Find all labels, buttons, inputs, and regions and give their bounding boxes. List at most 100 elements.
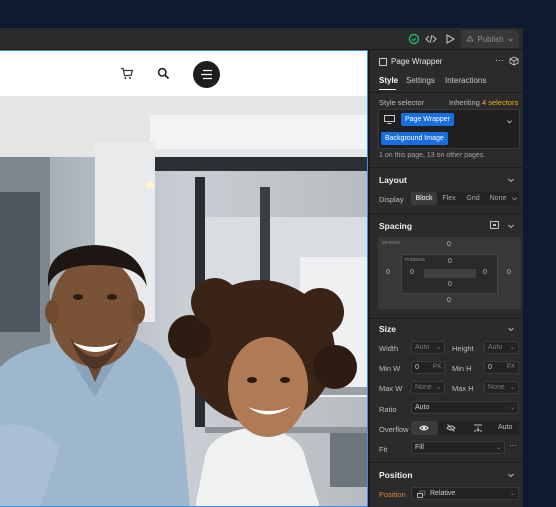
style-panel: Page Wrapper ··· Style Settings Interact…: [369, 50, 524, 507]
max-width-value: None: [415, 384, 432, 391]
scroll-icon[interactable]: [473, 424, 483, 432]
menu-button[interactable]: [193, 61, 220, 88]
publish-button[interactable]: Publish: [461, 30, 519, 48]
ratio-label: Ratio: [379, 405, 397, 414]
more-options-icon[interactable]: ···: [509, 441, 517, 450]
chevron-down-icon: ⌄: [509, 491, 515, 497]
width-value: Auto: [415, 344, 430, 351]
margin-bottom-value[interactable]: 0: [444, 297, 454, 304]
menu-icon: [201, 69, 212, 80]
display-option-grid[interactable]: Grid: [461, 192, 485, 205]
eye-icon: [419, 425, 429, 431]
eye-off-icon[interactable]: [446, 424, 456, 432]
max-width-label: Max W: [379, 384, 403, 393]
margin-top-value[interactable]: 0: [444, 241, 454, 248]
divider: [370, 213, 524, 214]
display-option-block[interactable]: Block: [411, 192, 437, 205]
chevron-down-icon[interactable]: [507, 176, 515, 184]
unit-dropdown-icon: ⌄: [435, 385, 441, 391]
content-box: [424, 269, 476, 278]
selector-field[interactable]: Page Wrapper Background Image: [378, 109, 520, 149]
spacing-section-title[interactable]: Spacing: [379, 221, 412, 231]
selector-tag-page-wrapper[interactable]: Page Wrapper: [401, 113, 455, 126]
overflow-visible-option[interactable]: [411, 421, 438, 435]
overflow-label: Overflow: [379, 425, 409, 434]
divider: [370, 318, 524, 319]
design-canvas[interactable]: [0, 50, 368, 507]
margin-box: MARGIN 0 0 0 0 PADDING 0 0 0 0: [378, 237, 521, 309]
chevron-down-icon[interactable]: [507, 222, 515, 230]
chevron-down-icon: ⌄: [509, 405, 515, 411]
position-value: Relative: [430, 490, 456, 497]
min-height-label: Min H: [452, 364, 472, 373]
size-section-title[interactable]: Size: [379, 324, 396, 334]
chevron-down-icon[interactable]: [506, 118, 513, 125]
search-icon[interactable]: [157, 67, 170, 80]
margin-left-value[interactable]: 0: [383, 269, 393, 276]
min-width-unit[interactable]: PX: [433, 364, 441, 370]
height-input[interactable]: Auto ⌄: [484, 341, 519, 354]
overflow-auto-option[interactable]: Auto: [498, 424, 512, 431]
display-segmented-control: Block Flex Grid None: [411, 192, 519, 205]
usage-note: 1 on this page, 13 on other pages.: [379, 152, 486, 159]
element-title: Page Wrapper: [391, 57, 443, 66]
layout-section-title[interactable]: Layout: [379, 175, 407, 185]
min-height-unit[interactable]: PX: [507, 364, 515, 370]
sync-status-icon[interactable]: [406, 31, 422, 47]
max-height-value: None: [488, 384, 505, 391]
chevron-down-icon[interactable]: [511, 195, 518, 202]
padding-top-value[interactable]: 0: [445, 258, 455, 265]
cube-icon[interactable]: [509, 56, 519, 66]
code-icon[interactable]: [423, 31, 439, 47]
padding-bottom-value[interactable]: 0: [445, 281, 455, 288]
max-height-label: Max H: [452, 384, 474, 393]
designer-top-bar: Publish: [0, 28, 523, 50]
height-label: Height: [452, 344, 474, 353]
desktop-icon: [384, 115, 395, 124]
display-option-flex[interactable]: Flex: [438, 192, 460, 205]
min-width-input[interactable]: 0 PX: [411, 361, 445, 374]
hero-photo: [0, 97, 367, 506]
padding-left-value[interactable]: 0: [407, 269, 417, 276]
margin-right-value[interactable]: 0: [504, 269, 514, 276]
padding-right-value[interactable]: 0: [480, 269, 490, 276]
preview-play-icon[interactable]: [442, 31, 458, 47]
site-header: [0, 51, 367, 97]
min-width-label: Min W: [379, 364, 401, 373]
margin-label: MARGIN: [382, 240, 400, 245]
padding-box: PADDING 0 0 0 0: [401, 254, 498, 294]
chevron-down-icon: ⌄: [495, 445, 501, 451]
width-input[interactable]: Auto ⌄: [411, 341, 445, 354]
position-section-title[interactable]: Position: [379, 470, 413, 480]
publish-icon: [466, 35, 475, 42]
unit-dropdown-icon: ⌄: [509, 345, 515, 351]
fit-label: Fit: [379, 445, 388, 454]
cart-icon[interactable]: [120, 67, 134, 80]
width-label: Width: [379, 344, 399, 353]
element-box-icon: [379, 58, 387, 66]
inheriting-count[interactable]: 4 selectors: [482, 98, 518, 107]
position-label: Position: [379, 490, 406, 499]
max-width-input[interactable]: None ⌄: [411, 381, 445, 394]
display-label: Display: [379, 195, 404, 204]
chevron-down-icon[interactable]: [507, 325, 515, 333]
display-option-none[interactable]: None: [486, 192, 510, 205]
position-relative-icon: [417, 490, 426, 498]
ratio-select[interactable]: Auto ⌄: [411, 401, 519, 414]
tab-interactions[interactable]: Interactions: [445, 76, 486, 85]
fit-select[interactable]: Fill ⌄: [411, 441, 505, 454]
position-select[interactable]: Relative ⌄: [411, 487, 519, 500]
max-height-input[interactable]: None ⌄: [484, 381, 519, 394]
selector-tag-background-image[interactable]: Background Image: [381, 132, 448, 145]
unit-dropdown-icon: ⌄: [509, 385, 515, 391]
overflow-segmented-control: Auto: [411, 421, 519, 435]
min-height-input[interactable]: 0 PX: [484, 361, 519, 374]
active-tab-indicator: [379, 89, 396, 90]
more-options-icon[interactable]: ···: [495, 55, 504, 65]
chevron-down-icon[interactable]: [507, 471, 515, 479]
divider: [370, 462, 524, 463]
padding-label: PADDING: [405, 257, 426, 262]
tab-settings[interactable]: Settings: [406, 76, 435, 85]
spacing-preset-icon[interactable]: [490, 221, 499, 229]
tab-style[interactable]: Style: [379, 76, 398, 85]
